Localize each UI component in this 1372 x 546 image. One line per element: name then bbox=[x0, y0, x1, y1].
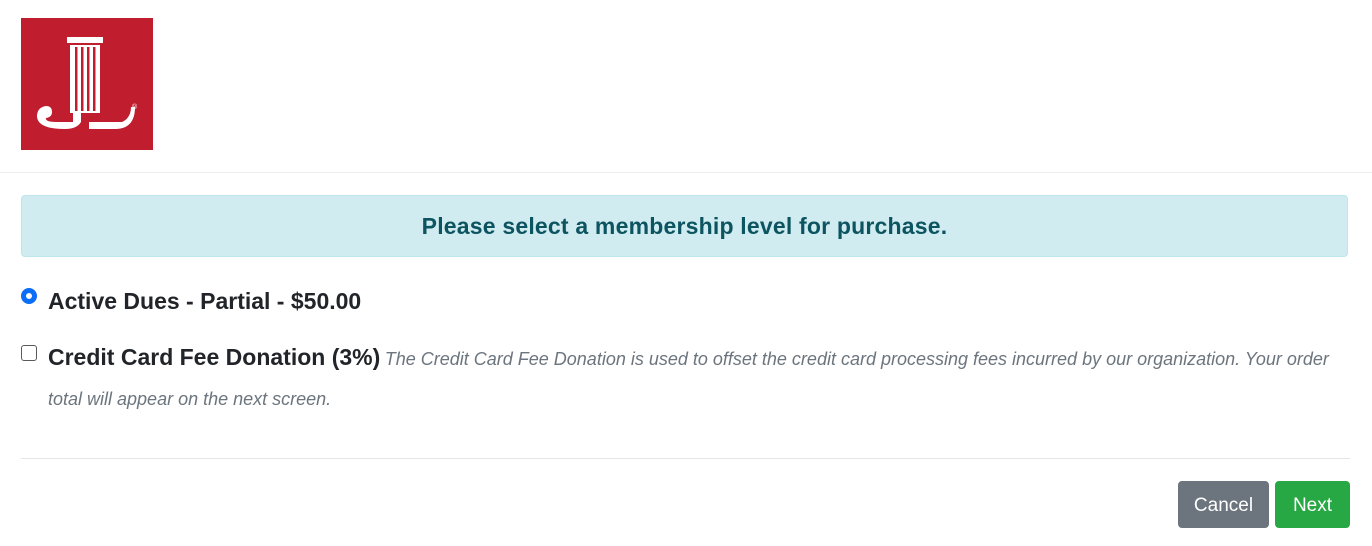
active-dues-radio[interactable] bbox=[21, 288, 37, 304]
membership-option-cc-fee-donation[interactable]: Credit Card Fee Donation (3%) The Credit… bbox=[21, 338, 1331, 420]
info-alert: Please select a membership level for pur… bbox=[21, 195, 1348, 257]
membership-option-active-dues[interactable]: Active Dues - Partial - $50.00 bbox=[21, 282, 361, 324]
page-header: ® bbox=[0, 0, 1372, 173]
jl-column-logo-icon: ® bbox=[36, 37, 138, 129]
active-dues-label[interactable]: Active Dues - Partial - $50.00 bbox=[48, 288, 361, 314]
alert-message: Please select a membership level for pur… bbox=[421, 213, 948, 239]
cc-fee-donation-label[interactable]: Credit Card Fee Donation (3%) bbox=[48, 344, 380, 370]
registered-mark: ® bbox=[132, 103, 138, 111]
next-button[interactable]: Next bbox=[1275, 481, 1350, 528]
cancel-button[interactable]: Cancel bbox=[1178, 481, 1269, 528]
logo: ® bbox=[21, 18, 153, 150]
divider bbox=[21, 458, 1350, 459]
cc-fee-donation-checkbox[interactable] bbox=[21, 345, 37, 361]
